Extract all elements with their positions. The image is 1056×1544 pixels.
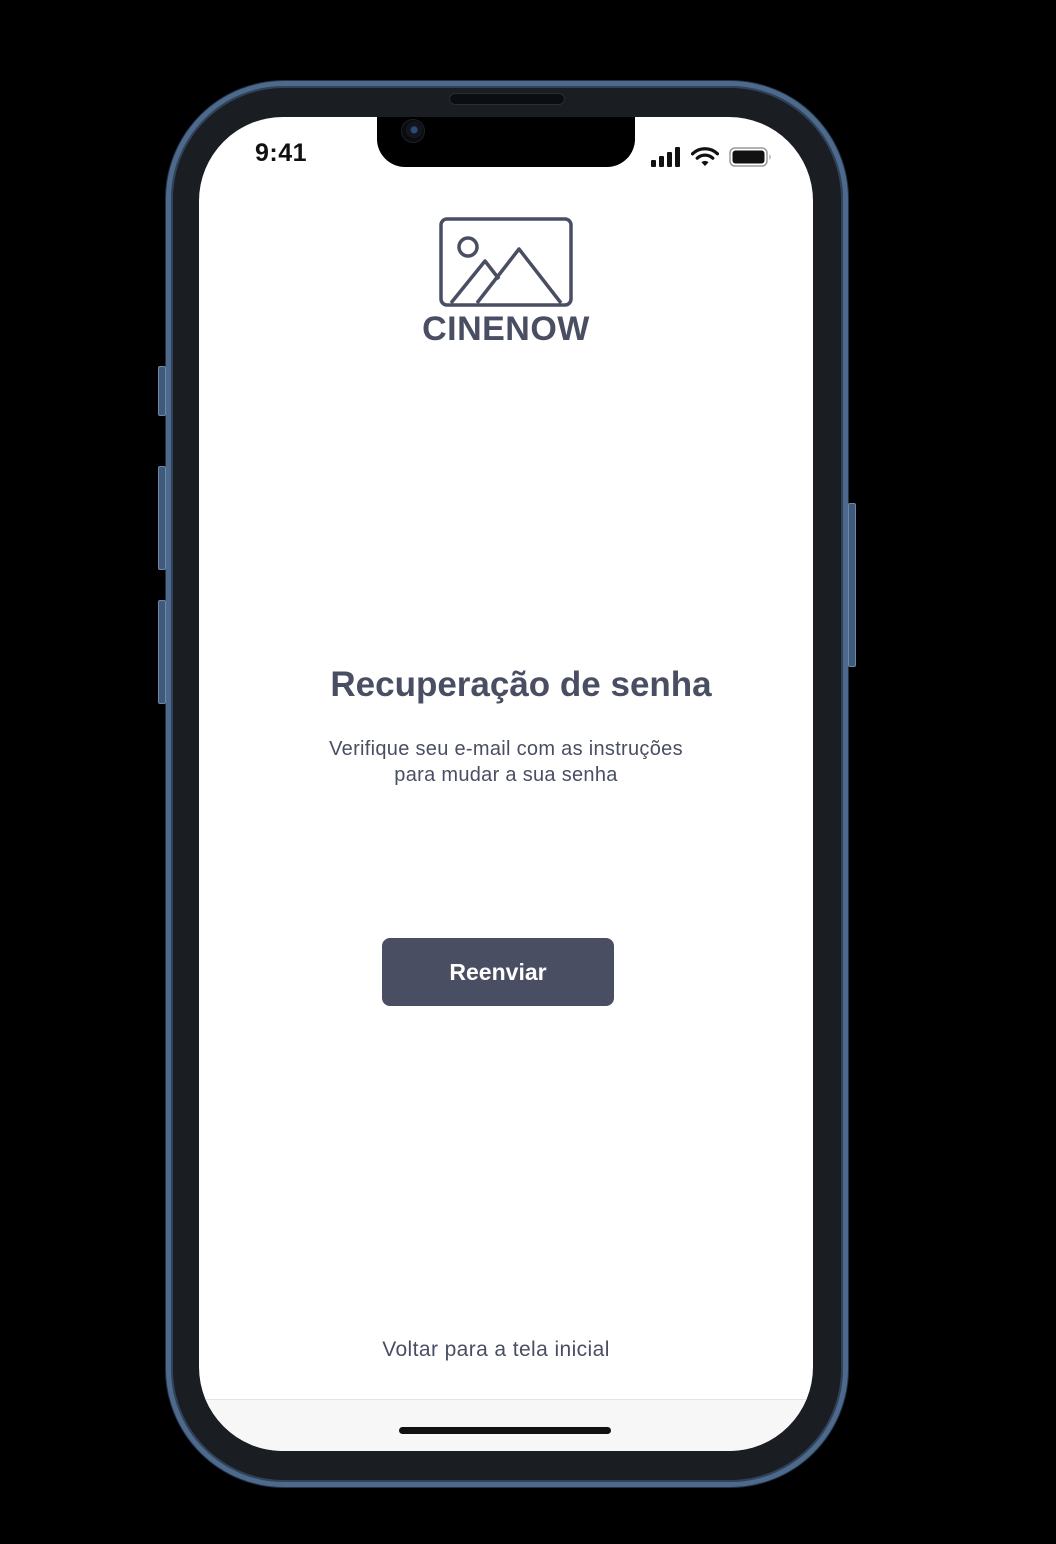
instruction-line-2: para mudar a sua senha bbox=[394, 764, 618, 786]
app-logo: CINENOW bbox=[199, 217, 813, 349]
mute-switch bbox=[158, 366, 166, 416]
wifi-icon bbox=[691, 147, 719, 166]
instruction-message: Verifique seu e-mail com as instruções p… bbox=[259, 736, 753, 788]
front-camera bbox=[401, 119, 425, 143]
phone-screen: 9:41 CINENOW Recuperação de senha Verifi… bbox=[199, 117, 813, 1451]
image-placeholder-icon bbox=[439, 217, 573, 307]
home-indicator[interactable] bbox=[399, 1427, 611, 1434]
volume-down-button bbox=[158, 600, 166, 704]
power-button bbox=[848, 503, 856, 667]
notch bbox=[377, 117, 635, 167]
battery-icon bbox=[729, 147, 771, 167]
instruction-line-1: Verifique seu e-mail com as instruções bbox=[329, 738, 683, 760]
signal-icon bbox=[651, 147, 680, 167]
speaker-grille bbox=[449, 93, 565, 105]
status-icons bbox=[651, 145, 773, 169]
back-to-home-link[interactable]: Voltar para a tela inicial bbox=[199, 1336, 793, 1364]
status-time: 9:41 bbox=[255, 139, 308, 167]
volume-up-button bbox=[158, 466, 166, 570]
resend-button[interactable]: Reenviar bbox=[382, 938, 614, 1006]
home-bar-area bbox=[199, 1399, 813, 1451]
logo-text: CINENOW bbox=[422, 310, 590, 348]
page-title: Recuperação de senha bbox=[330, 665, 712, 704]
